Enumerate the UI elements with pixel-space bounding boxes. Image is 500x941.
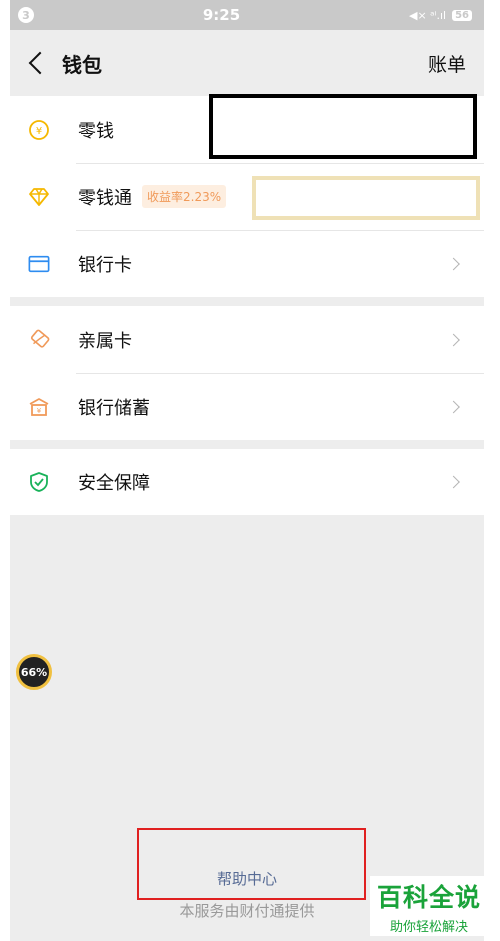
watermark-logo: 百科全说 助你轻松解决 xyxy=(370,876,488,936)
bank-icon: ¥ xyxy=(28,396,50,418)
chevron-right-icon xyxy=(447,333,460,346)
watermark-sub: 助你轻松解决 xyxy=(389,919,468,935)
row-label: 零钱通 xyxy=(78,187,132,209)
row-bank-savings[interactable]: ¥ 银行储蓄 xyxy=(10,373,484,440)
row-label: 银行卡 xyxy=(78,254,132,276)
status-bar: 3 9:25 ◀× ᵃⁱ.ıl 56 xyxy=(10,0,484,30)
shield-icon xyxy=(28,471,50,493)
row-label: 亲属卡 xyxy=(78,330,132,352)
section-gap xyxy=(10,440,484,449)
diamond-icon xyxy=(28,186,50,208)
row-label: 零钱 xyxy=(78,120,114,142)
row-family-card[interactable]: 亲属卡 xyxy=(10,306,484,373)
battery-icon: 56 xyxy=(452,9,472,21)
nav-left: 钱包 xyxy=(26,49,102,78)
row-label: 银行储蓄 xyxy=(78,397,150,419)
chevron-right-icon xyxy=(447,257,460,270)
row-label: 安全保障 xyxy=(78,473,150,494)
signal-icon: ◀× ᵃⁱ.ıl xyxy=(409,8,447,22)
coin-icon: ¥ xyxy=(28,119,50,141)
highlight-box xyxy=(137,828,366,900)
nav-bar: 钱包 账单 xyxy=(10,30,484,96)
redaction-box xyxy=(252,176,480,220)
chevron-right-icon xyxy=(447,475,460,489)
section-gap xyxy=(10,297,484,306)
security-group: 安全保障 xyxy=(10,449,484,515)
svg-text:¥: ¥ xyxy=(37,407,42,415)
memory-float-badge[interactable]: 66% xyxy=(16,654,52,690)
page-title: 钱包 xyxy=(62,52,102,77)
status-indicators: ◀× ᵃⁱ.ıl 56 xyxy=(409,9,472,22)
row-security[interactable]: 安全保障 xyxy=(10,449,484,515)
cards-group: 亲属卡 ¥ 银行储蓄 xyxy=(10,306,484,440)
back-icon[interactable] xyxy=(28,51,52,75)
yield-badge: 收益率2.23% xyxy=(142,185,227,208)
svg-text:¥: ¥ xyxy=(36,126,42,137)
family-card-icon xyxy=(28,329,50,351)
redaction-box xyxy=(209,94,477,159)
chevron-right-icon xyxy=(447,400,460,413)
bill-button[interactable]: 账单 xyxy=(428,50,466,77)
notification-icon: 3 xyxy=(18,7,34,23)
row-bank-card[interactable]: 银行卡 xyxy=(10,230,484,297)
watermark-main: 百科全说 xyxy=(376,882,481,912)
card-icon xyxy=(28,253,50,275)
status-time: 9:25 xyxy=(202,6,241,24)
